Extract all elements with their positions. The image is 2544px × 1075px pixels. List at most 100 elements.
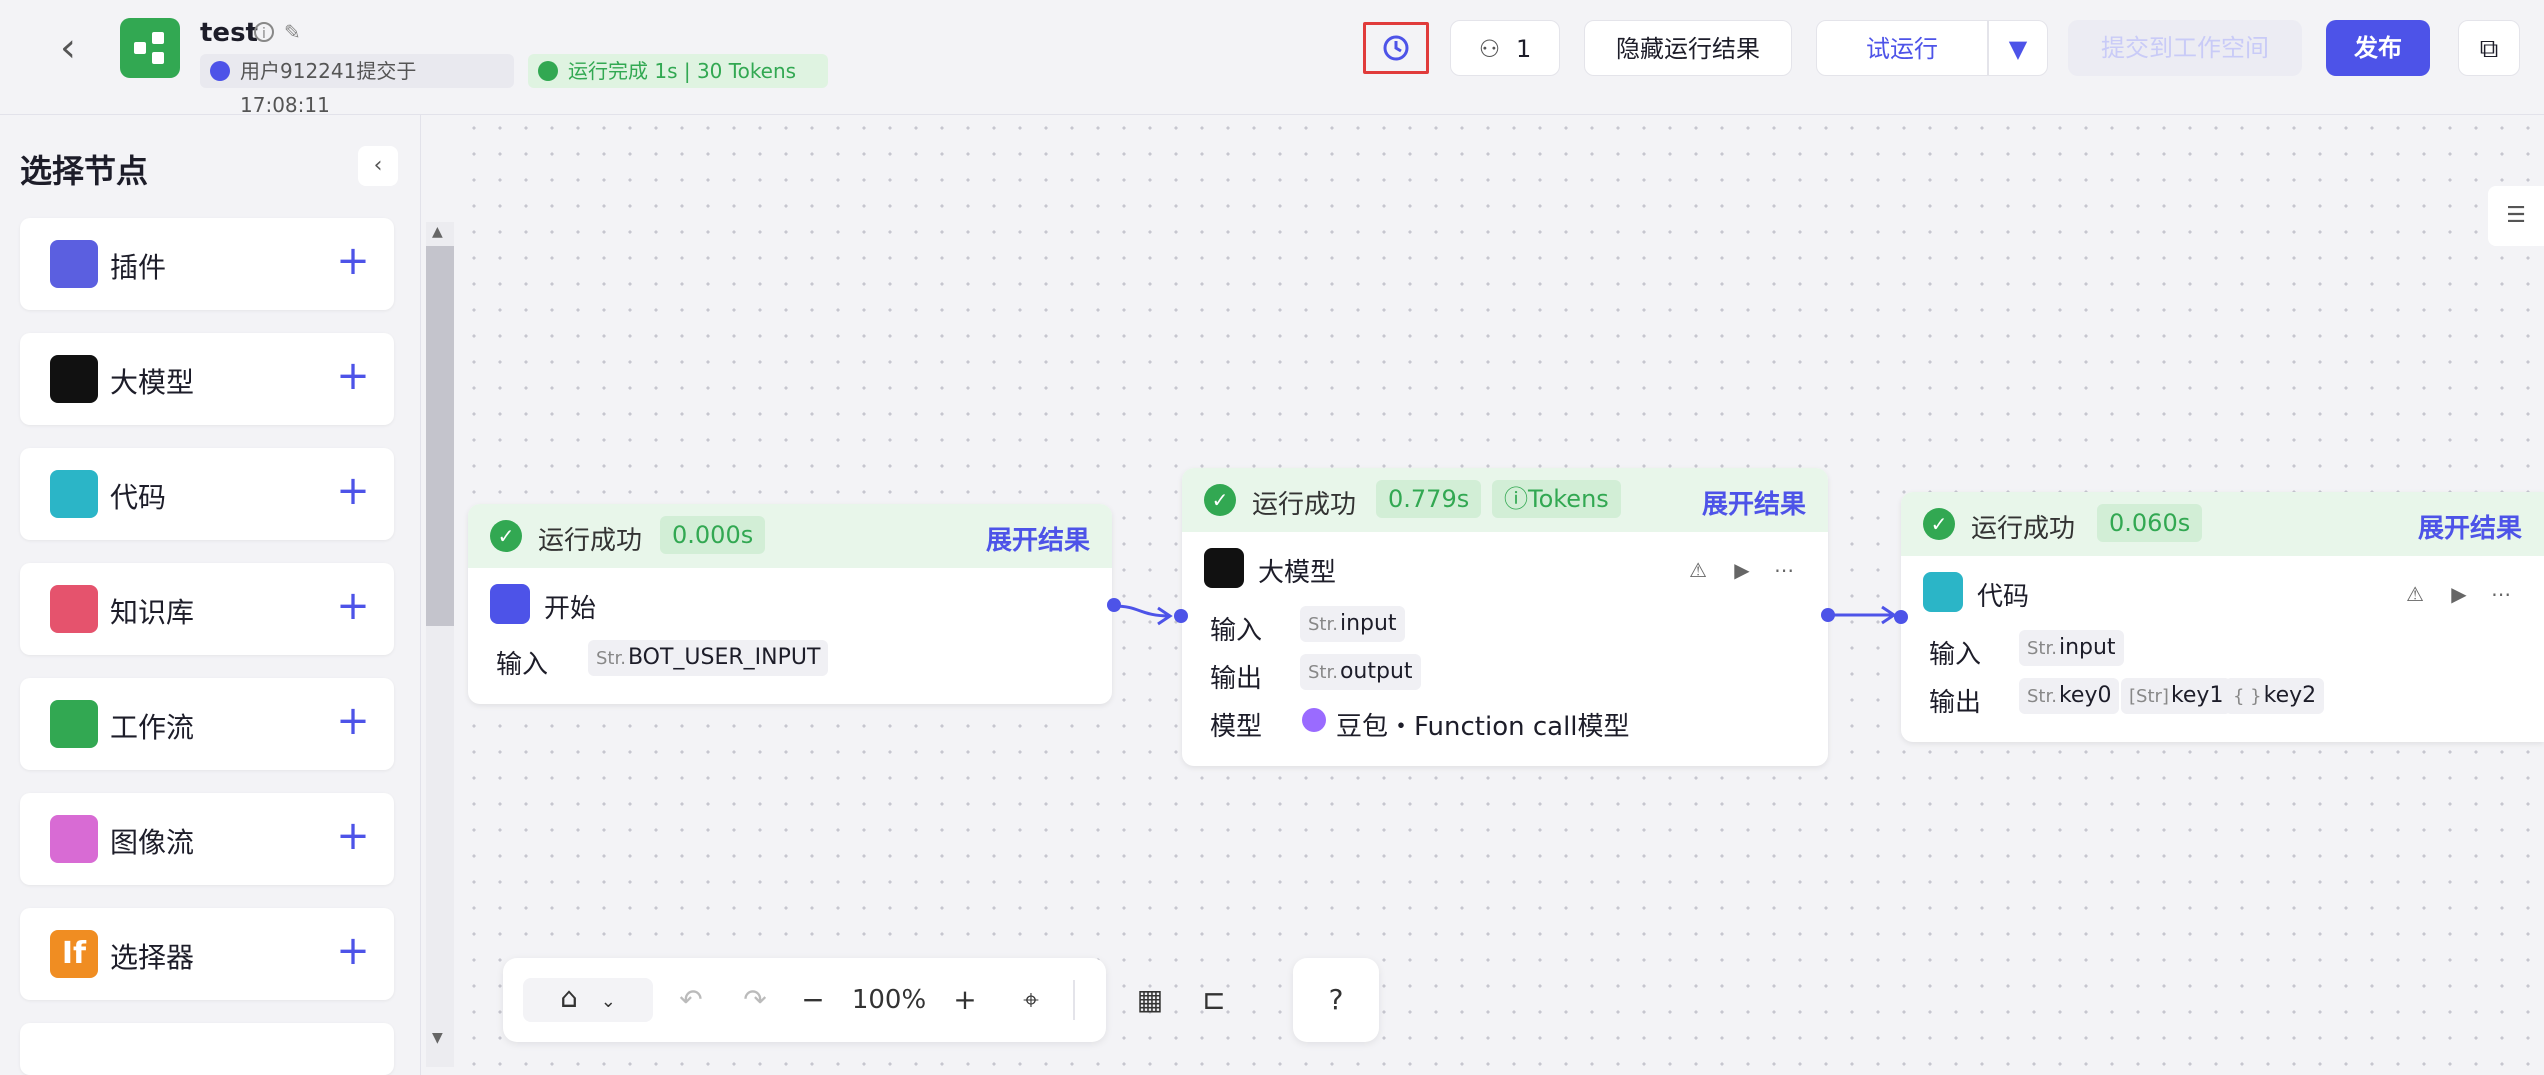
- add-llm-button[interactable]: +: [328, 351, 378, 401]
- llm-icon: [50, 355, 98, 403]
- time-badge: 0.060s: [2097, 504, 2203, 542]
- play-icon[interactable]: ▶: [1730, 558, 1754, 582]
- add-plugin-button[interactable]: +: [328, 236, 378, 286]
- toolbar-divider: [1073, 980, 1075, 1020]
- status-text: 运行成功: [538, 526, 643, 556]
- llm-input-port[interactable]: [1174, 609, 1188, 623]
- check-circle-icon: ✓: [490, 520, 522, 552]
- selector-icon: If: [50, 930, 98, 978]
- collaborators-button[interactable]: ⚇ 1: [1450, 20, 1560, 76]
- node-name: 开始: [544, 594, 597, 624]
- check-icon: [210, 61, 230, 81]
- submit-workspace-button[interactable]: 提交到工作空间: [2068, 20, 2302, 76]
- zoom-out-button[interactable]: −: [793, 980, 833, 1020]
- sidebar-scroll-thumb[interactable]: [426, 246, 454, 626]
- run-status-badge: 运行完成 1s | 30 Tokens: [528, 54, 828, 88]
- sidebar-item-imageflow[interactable]: 图像流 +: [20, 793, 394, 885]
- imageflow-icon: [50, 815, 98, 863]
- expand-result-button[interactable]: 展开结果: [1702, 484, 1806, 521]
- copy-icon[interactable]: ⧉: [2458, 20, 2520, 76]
- input-tag: Str.BOT_USER_INPUT: [588, 640, 829, 676]
- info-icon[interactable]: i: [254, 22, 274, 42]
- knowledge-icon: [50, 585, 98, 633]
- play-icon[interactable]: ▶: [2447, 582, 2471, 606]
- plugin-icon: [50, 240, 98, 288]
- sidebar-item-label: 插件: [110, 251, 167, 284]
- undo-icon[interactable]: ↶: [671, 980, 711, 1020]
- debug-off-icon[interactable]: ⚠: [2403, 582, 2427, 606]
- edit-icon[interactable]: ✎: [284, 20, 301, 44]
- history-button[interactable]: [1363, 22, 1429, 74]
- sidebar-item-plugin[interactable]: 插件 +: [20, 218, 394, 310]
- node-name: 大模型: [1258, 558, 1337, 588]
- input-label: 输入: [1929, 640, 1982, 670]
- scroll-up-icon[interactable]: ▲: [432, 224, 443, 240]
- llm-output-port[interactable]: [1821, 608, 1835, 622]
- test-run-button[interactable]: 试运行: [1816, 20, 1988, 76]
- help-button[interactable]: ?: [1293, 958, 1379, 1042]
- debug-off-icon[interactable]: ⚠: [1686, 558, 1710, 582]
- sidebar-item-label: 知识库: [110, 596, 195, 629]
- scroll-down-icon[interactable]: ▼: [432, 1030, 443, 1046]
- more-icon[interactable]: ⋯: [1772, 558, 1796, 582]
- sidebar-item-code[interactable]: 代码 +: [20, 448, 394, 540]
- redo-icon[interactable]: ↷: [735, 980, 775, 1020]
- sidebar-item-workflow[interactable]: 工作流 +: [20, 678, 394, 770]
- output-tag: { }key2: [2225, 678, 2325, 714]
- add-selector-button[interactable]: +: [328, 926, 378, 976]
- node-status-bar: ✓ 运行成功 0.000s 展开结果: [468, 504, 1112, 568]
- mouse-mode-button[interactable]: ⌂ ⌄: [523, 978, 653, 1022]
- start-output-port[interactable]: [1107, 598, 1121, 612]
- collapse-sidebar-button[interactable]: ‹: [358, 146, 398, 186]
- publish-button[interactable]: 发布: [2326, 20, 2430, 76]
- canvas-toolbar: ⌂ ⌄ ↶ ↷ − 100% + ⌖: [503, 958, 1106, 1042]
- sidebar-item-label: 大模型: [110, 366, 195, 399]
- code-icon: [1923, 572, 1963, 612]
- test-run-dropdown-icon[interactable]: ▼: [1988, 20, 2048, 76]
- sidebar-item-selector[interactable]: If 选择器 +: [20, 908, 394, 1000]
- panel-toggle-icon[interactable]: ☰: [2488, 186, 2544, 246]
- layout-grid-icon[interactable]: ▦: [1130, 980, 1170, 1020]
- submit-info-badge: 用户912241提交于17:08:11: [200, 54, 514, 117]
- expand-result-button[interactable]: 展开结果: [986, 520, 1090, 557]
- help-icon: ?: [1328, 983, 1344, 1016]
- check-circle-icon: [538, 61, 558, 81]
- workflow-icon: [50, 700, 98, 748]
- time-badge: 0.000s: [660, 516, 766, 554]
- code-icon: [50, 470, 98, 518]
- sidebar-item-label: 选择器: [110, 941, 195, 974]
- add-knowledge-button[interactable]: +: [328, 581, 378, 631]
- sidebar-item-knowledge[interactable]: 知识库 +: [20, 563, 394, 655]
- add-workflow-button[interactable]: +: [328, 696, 378, 746]
- sidebar-item-partial[interactable]: [20, 1023, 394, 1075]
- code-input-port[interactable]: [1894, 610, 1908, 624]
- sidebar-item-label: 代码: [110, 481, 167, 514]
- sidebar-item-llm[interactable]: 大模型 +: [20, 333, 394, 425]
- status-text: 运行成功: [1252, 490, 1357, 520]
- output-tag: Str.output: [1300, 654, 1421, 690]
- start-node[interactable]: ✓ 运行成功 0.000s 展开结果 开始 输入 Str.BOT_USER_IN…: [468, 504, 1112, 704]
- branch-line-icon[interactable]: ⊏: [1194, 980, 1234, 1020]
- input-label: 输入: [496, 650, 549, 680]
- back-button[interactable]: ‹: [48, 28, 88, 68]
- start-icon: [490, 584, 530, 624]
- app-title: test: [200, 18, 258, 48]
- hide-results-button[interactable]: 隐藏运行结果: [1584, 20, 1792, 76]
- users-icon: ⚇: [1478, 35, 1501, 63]
- zoom-in-button[interactable]: +: [945, 980, 985, 1020]
- input-tag: Str.input: [2019, 630, 2124, 666]
- mouse-icon: ⌂: [560, 981, 578, 1014]
- add-imageflow-button[interactable]: +: [328, 811, 378, 861]
- check-circle-icon: ✓: [1923, 508, 1955, 540]
- model-label: 模型: [1210, 712, 1263, 742]
- code-node[interactable]: ✓ 运行成功 0.060s 展开结果 代码 ⚠ ▶ ⋯ 输入 Str.input…: [1901, 492, 2544, 742]
- node-status-bar: ✓ 运行成功 0.060s 展开结果: [1901, 492, 2544, 556]
- output-tag: [Str]key1: [2121, 678, 2232, 714]
- more-icon[interactable]: ⋯: [2489, 582, 2513, 606]
- model-value: 豆包・Function call模型: [1336, 712, 1630, 742]
- fit-view-icon[interactable]: ⌖: [1011, 980, 1051, 1020]
- llm-node[interactable]: ✓ 运行成功 0.779s ⓘTokens 展开结果 大模型 ⚠ ▶ ⋯ 输入 …: [1182, 468, 1828, 766]
- expand-result-button[interactable]: 展开结果: [2418, 508, 2522, 545]
- status-text: 运行成功: [1971, 514, 2076, 544]
- add-code-button[interactable]: +: [328, 466, 378, 516]
